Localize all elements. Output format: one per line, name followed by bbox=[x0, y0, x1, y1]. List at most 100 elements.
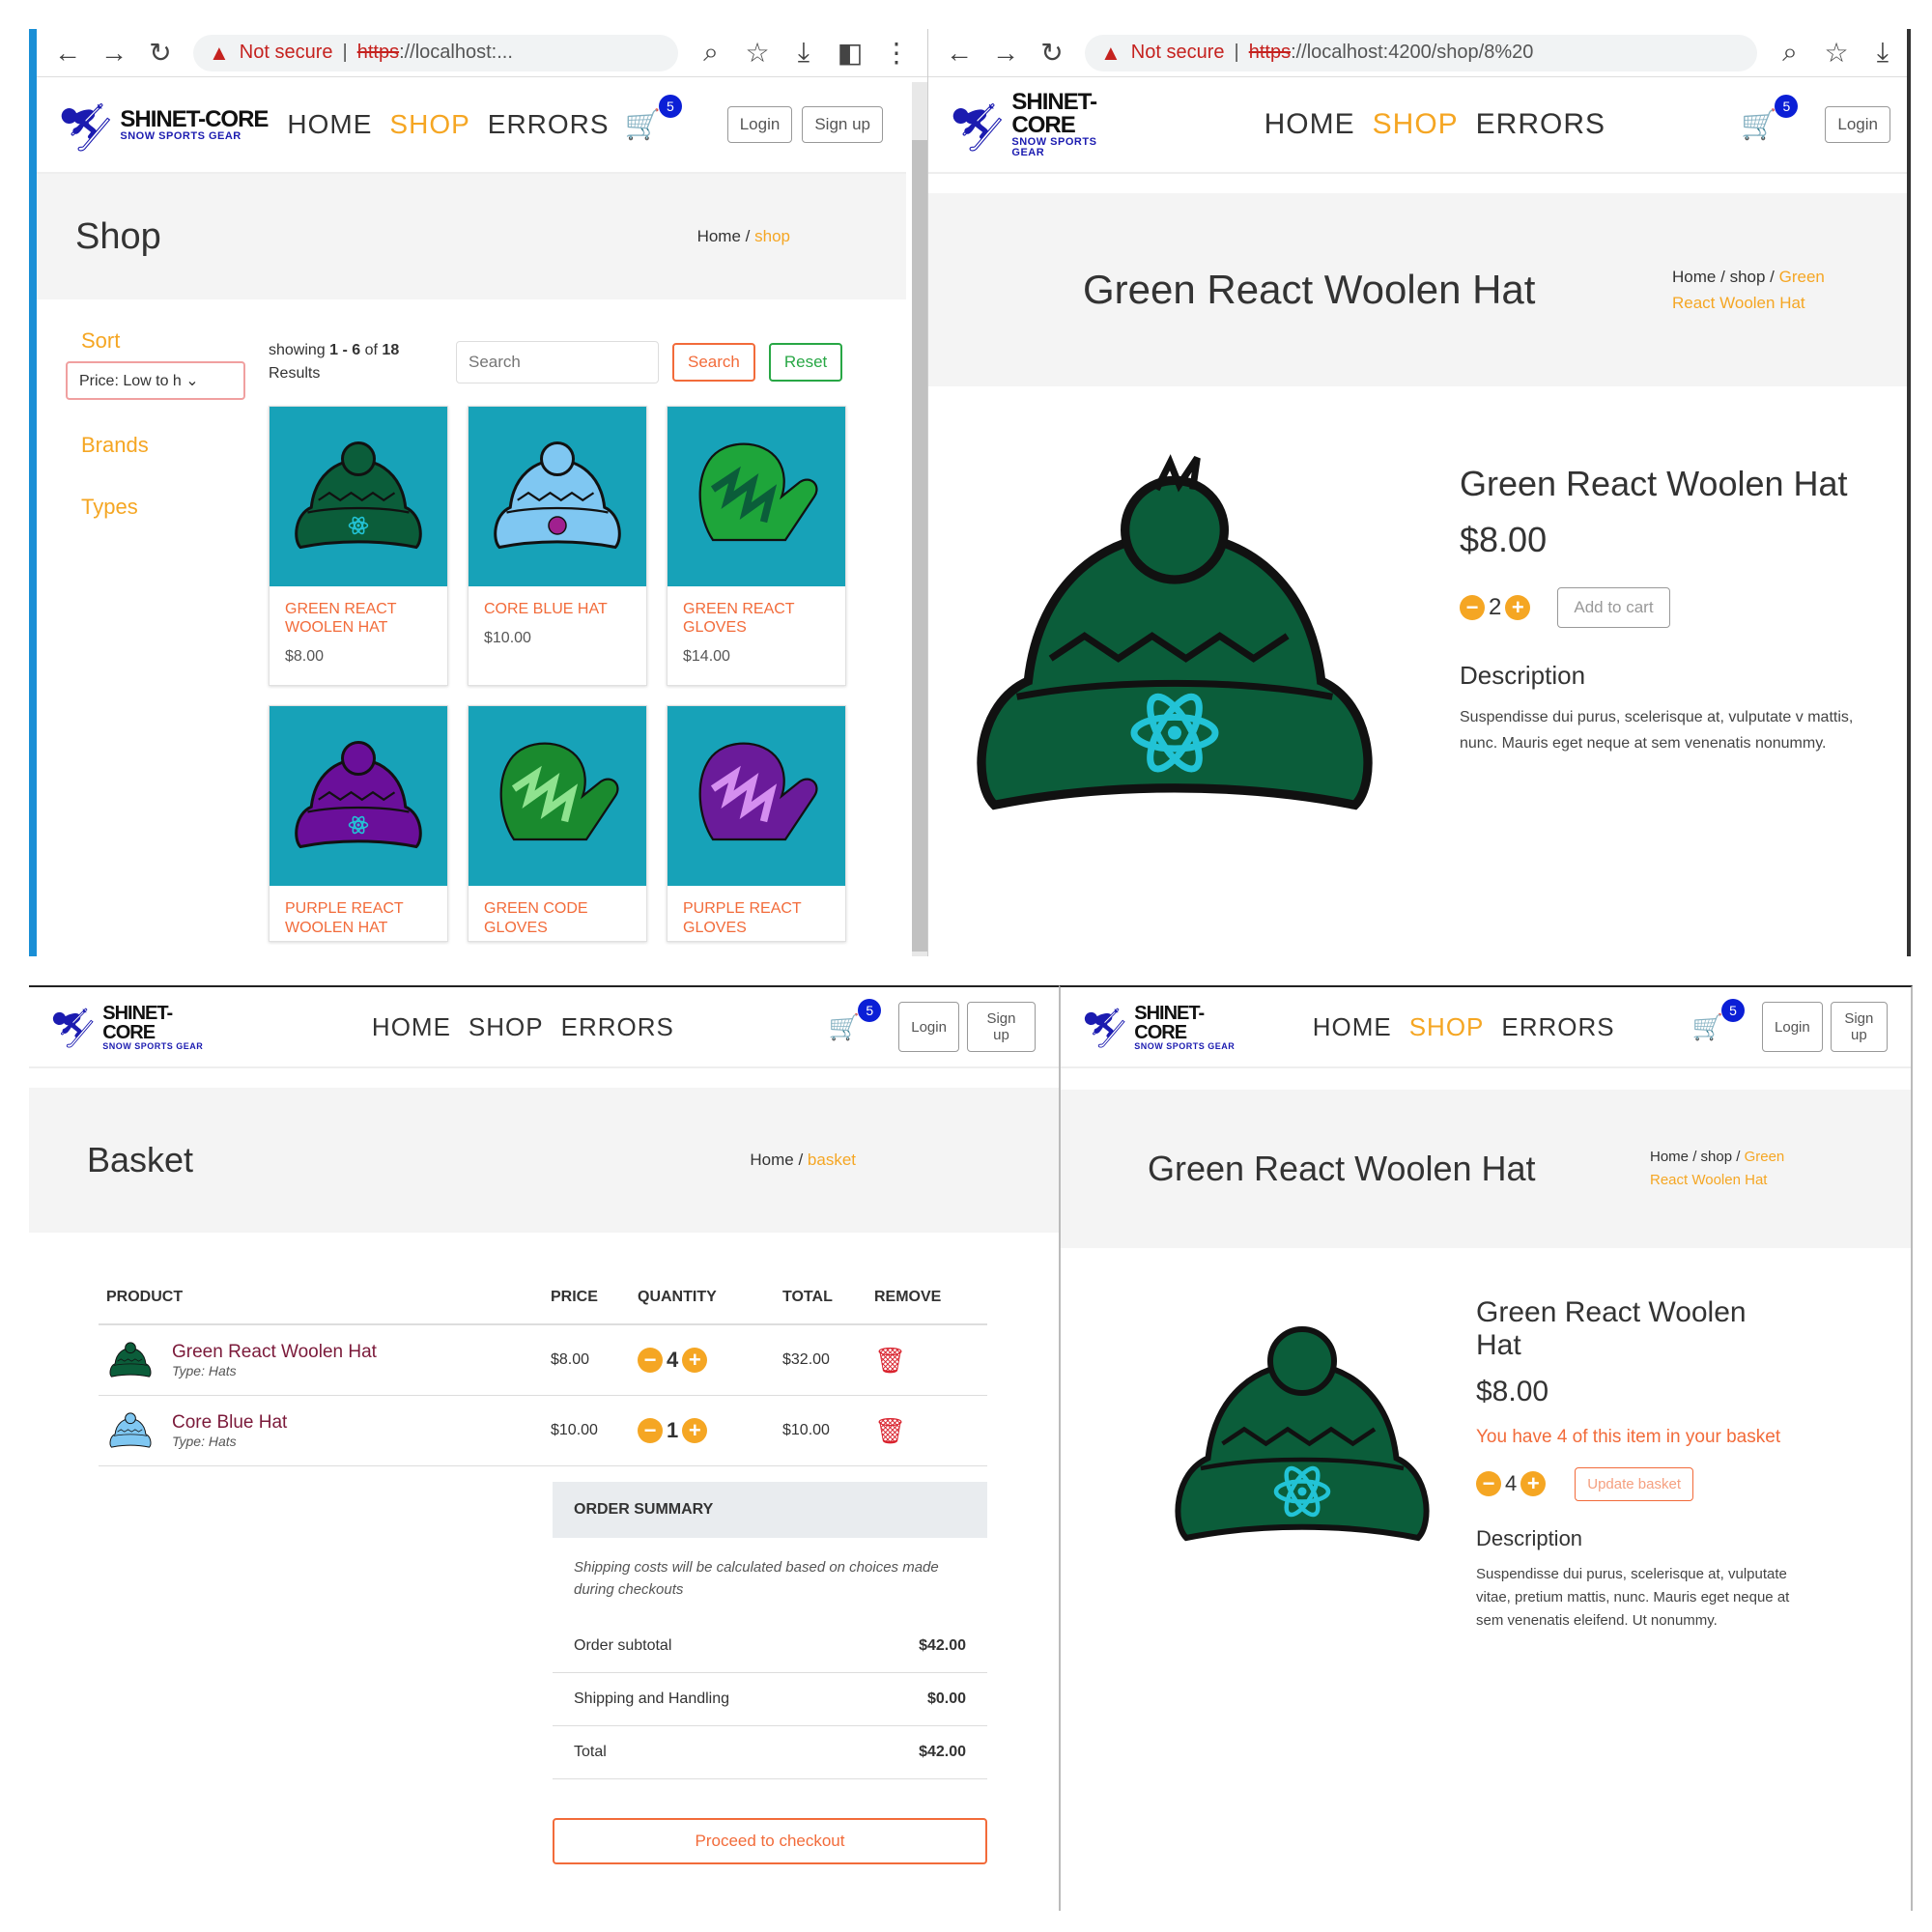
nav-errors[interactable]: ERRORS bbox=[1501, 1012, 1614, 1042]
minus-icon[interactable]: − bbox=[1460, 595, 1485, 620]
minus-icon[interactable]: − bbox=[638, 1418, 663, 1443]
product-basket-window: ⛷ SHINET-CORE SNOW SPORTS GEAR HOME SHOP… bbox=[1059, 985, 1913, 1911]
plus-icon[interactable]: + bbox=[682, 1348, 708, 1373]
nav-errors[interactable]: ERRORS bbox=[488, 109, 610, 140]
brands-label[interactable]: Brands bbox=[66, 433, 249, 458]
product-card[interactable]: CORE BLUE HAT $10.00 bbox=[468, 406, 647, 687]
product-card[interactable]: GREEN CODE GLOVES bbox=[468, 705, 647, 942]
login-button[interactable]: Login bbox=[898, 1002, 959, 1052]
logo[interactable]: ⛷ SHINET-CORE SNOW SPORTS GEAR bbox=[53, 92, 270, 158]
plus-icon[interactable]: + bbox=[682, 1418, 708, 1443]
forward-arrow-icon[interactable]: → bbox=[992, 38, 1019, 69]
logo[interactable]: ⛷ SHINET-CORE SNOW SPORTS GEAR bbox=[1078, 1000, 1236, 1054]
sort-select[interactable]: Price: Low to h ⌄ bbox=[66, 361, 245, 400]
product-name[interactable]: GREEN REACT WOOLEN HAT bbox=[270, 586, 447, 640]
signup-button[interactable]: Sign up bbox=[802, 106, 883, 143]
description-text: Suspendisse dui purus, scelerisque at, v… bbox=[1476, 1565, 1790, 1629]
login-button[interactable]: Login bbox=[1762, 1002, 1823, 1052]
add-to-cart-button[interactable]: Add to cart bbox=[1557, 587, 1670, 628]
nav-shop[interactable]: SHOP bbox=[1409, 1012, 1485, 1042]
cart-icon[interactable]: 🛒 5 bbox=[1692, 998, 1746, 1042]
product-name: Green React Woolen Hat bbox=[1476, 1296, 1747, 1361]
quantity-value: 2 bbox=[1489, 594, 1502, 620]
address-bar[interactable]: ▲ Not secure | https://localhost:4200/sh… bbox=[1085, 34, 1757, 71]
signup-button[interactable]: Sign up bbox=[1830, 1002, 1888, 1052]
breadcrumb-home[interactable]: Home bbox=[1650, 1149, 1689, 1165]
types-label[interactable]: Types bbox=[66, 495, 249, 520]
cart-icon[interactable]: 🛒 5 bbox=[829, 998, 882, 1042]
product-detail: Green React Woolen Hat $8.00 You have 4 … bbox=[1061, 1248, 1911, 1633]
minus-icon[interactable]: − bbox=[1476, 1471, 1501, 1497]
nav-shop[interactable]: SHOP bbox=[1373, 108, 1459, 141]
product-name[interactable]: PURPLE REACT GLOVES bbox=[668, 886, 845, 940]
breadcrumb-home[interactable]: Home bbox=[697, 227, 741, 245]
download-icon[interactable]: ⤓ bbox=[790, 37, 817, 69]
breadcrumb-home[interactable]: Home bbox=[1672, 268, 1716, 286]
nav-shop[interactable]: SHOP bbox=[469, 1012, 544, 1042]
address-bar[interactable]: ▲ Not secure | https://localhost:... bbox=[193, 34, 678, 71]
scrollbar[interactable] bbox=[912, 82, 927, 956]
back-arrow-icon[interactable]: ← bbox=[946, 38, 973, 69]
minus-icon[interactable]: − bbox=[638, 1348, 663, 1373]
reload-icon[interactable]: ↻ bbox=[1038, 37, 1065, 69]
header-product: PRODUCT bbox=[99, 1271, 543, 1325]
skier-logo-icon: ⛷ bbox=[1078, 1000, 1136, 1054]
product-card[interactable]: GREEN REACT GLOVES $14.00 bbox=[667, 406, 846, 687]
cart-icon[interactable]: 🛒 5 bbox=[1741, 94, 1799, 142]
product-name[interactable]: GREEN CODE GLOVES bbox=[469, 886, 646, 940]
bookmark-star-icon[interactable]: ☆ bbox=[1823, 37, 1850, 69]
checkout-button[interactable]: Proceed to checkout bbox=[553, 1818, 987, 1864]
login-button[interactable]: Login bbox=[1825, 106, 1890, 143]
side-panel-icon[interactable]: ◧ bbox=[837, 37, 864, 69]
url-text: ://localhost:... bbox=[399, 42, 513, 63]
nav-home[interactable]: HOME bbox=[1264, 108, 1355, 141]
breadcrumb-separator: / bbox=[745, 227, 751, 245]
cart-icon[interactable]: 🛒 5 bbox=[625, 94, 682, 142]
product-name[interactable]: CORE BLUE HAT bbox=[469, 586, 646, 622]
trash-icon[interactable]: 🗑 bbox=[874, 1416, 906, 1445]
subtotal-row: Order subtotal $42.00 bbox=[553, 1620, 987, 1673]
breadcrumb: Home / basket bbox=[750, 1151, 856, 1170]
nav-shop[interactable]: SHOP bbox=[389, 109, 469, 140]
nav-home[interactable]: HOME bbox=[1313, 1012, 1392, 1042]
nav-errors[interactable]: ERRORS bbox=[1476, 108, 1605, 141]
product-name: Green React Woolen Hat bbox=[1460, 464, 1848, 503]
skier-logo-icon: ⛷ bbox=[52, 91, 124, 158]
bookmark-star-icon[interactable]: ☆ bbox=[744, 37, 771, 69]
basket-item-name[interactable]: Green React Woolen Hat bbox=[172, 1342, 377, 1363]
breadcrumb-home[interactable]: Home bbox=[750, 1151, 793, 1169]
basket-item-name[interactable]: Core Blue Hat bbox=[172, 1412, 287, 1434]
trash-icon[interactable]: 🗑 bbox=[874, 1346, 906, 1375]
quantity-stepper: − 2 + bbox=[1460, 594, 1531, 621]
product-name[interactable]: GREEN REACT GLOVES bbox=[668, 586, 845, 640]
product-card[interactable]: GREEN REACT WOOLEN HAT $8.00 bbox=[269, 406, 448, 687]
login-button[interactable]: Login bbox=[726, 106, 793, 143]
menu-icon[interactable]: ⋮ bbox=[883, 37, 910, 69]
reset-button[interactable]: Reset bbox=[768, 343, 843, 382]
logo[interactable]: ⛷ SHINET-CORE SNOW SPORTS GEAR bbox=[945, 91, 1129, 158]
product-card[interactable]: PURPLE REACT GLOVES bbox=[667, 705, 846, 942]
nav-errors[interactable]: ERRORS bbox=[561, 1012, 674, 1042]
not-secure-label: Not secure bbox=[239, 42, 333, 63]
product-name[interactable]: PURPLE REACT WOOLEN HAT bbox=[270, 886, 447, 940]
product-info: Green React Woolen Hat $8.00 You have 4 … bbox=[1466, 1296, 1795, 1633]
nav-home[interactable]: HOME bbox=[372, 1012, 451, 1042]
forward-arrow-icon[interactable]: → bbox=[100, 38, 128, 69]
zoom-icon[interactable]: ⌕ bbox=[697, 37, 724, 69]
breadcrumb-shop[interactable]: shop bbox=[1730, 268, 1766, 286]
plus-icon[interactable]: + bbox=[1520, 1471, 1547, 1497]
update-basket-button[interactable]: Update basket bbox=[1575, 1466, 1693, 1501]
breadcrumb-shop[interactable]: shop bbox=[1701, 1149, 1733, 1165]
product-card[interactable]: PURPLE REACT WOOLEN HAT bbox=[269, 705, 448, 942]
download-icon[interactable]: ⤓ bbox=[1869, 37, 1896, 69]
search-input[interactable] bbox=[456, 341, 659, 384]
page-title: Green React Woolen Hat bbox=[1083, 267, 1536, 312]
reload-icon[interactable]: ↻ bbox=[147, 37, 174, 69]
logo[interactable]: ⛷ SHINET-CORE SNOW SPORTS GEAR bbox=[46, 1000, 217, 1054]
nav-home[interactable]: HOME bbox=[287, 109, 372, 140]
back-arrow-icon[interactable]: ← bbox=[54, 38, 81, 69]
signup-button[interactable]: Sign up bbox=[966, 1002, 1036, 1052]
search-button[interactable]: Search bbox=[672, 343, 755, 382]
plus-icon[interactable]: + bbox=[1505, 595, 1531, 620]
zoom-icon[interactable]: ⌕ bbox=[1776, 37, 1804, 69]
